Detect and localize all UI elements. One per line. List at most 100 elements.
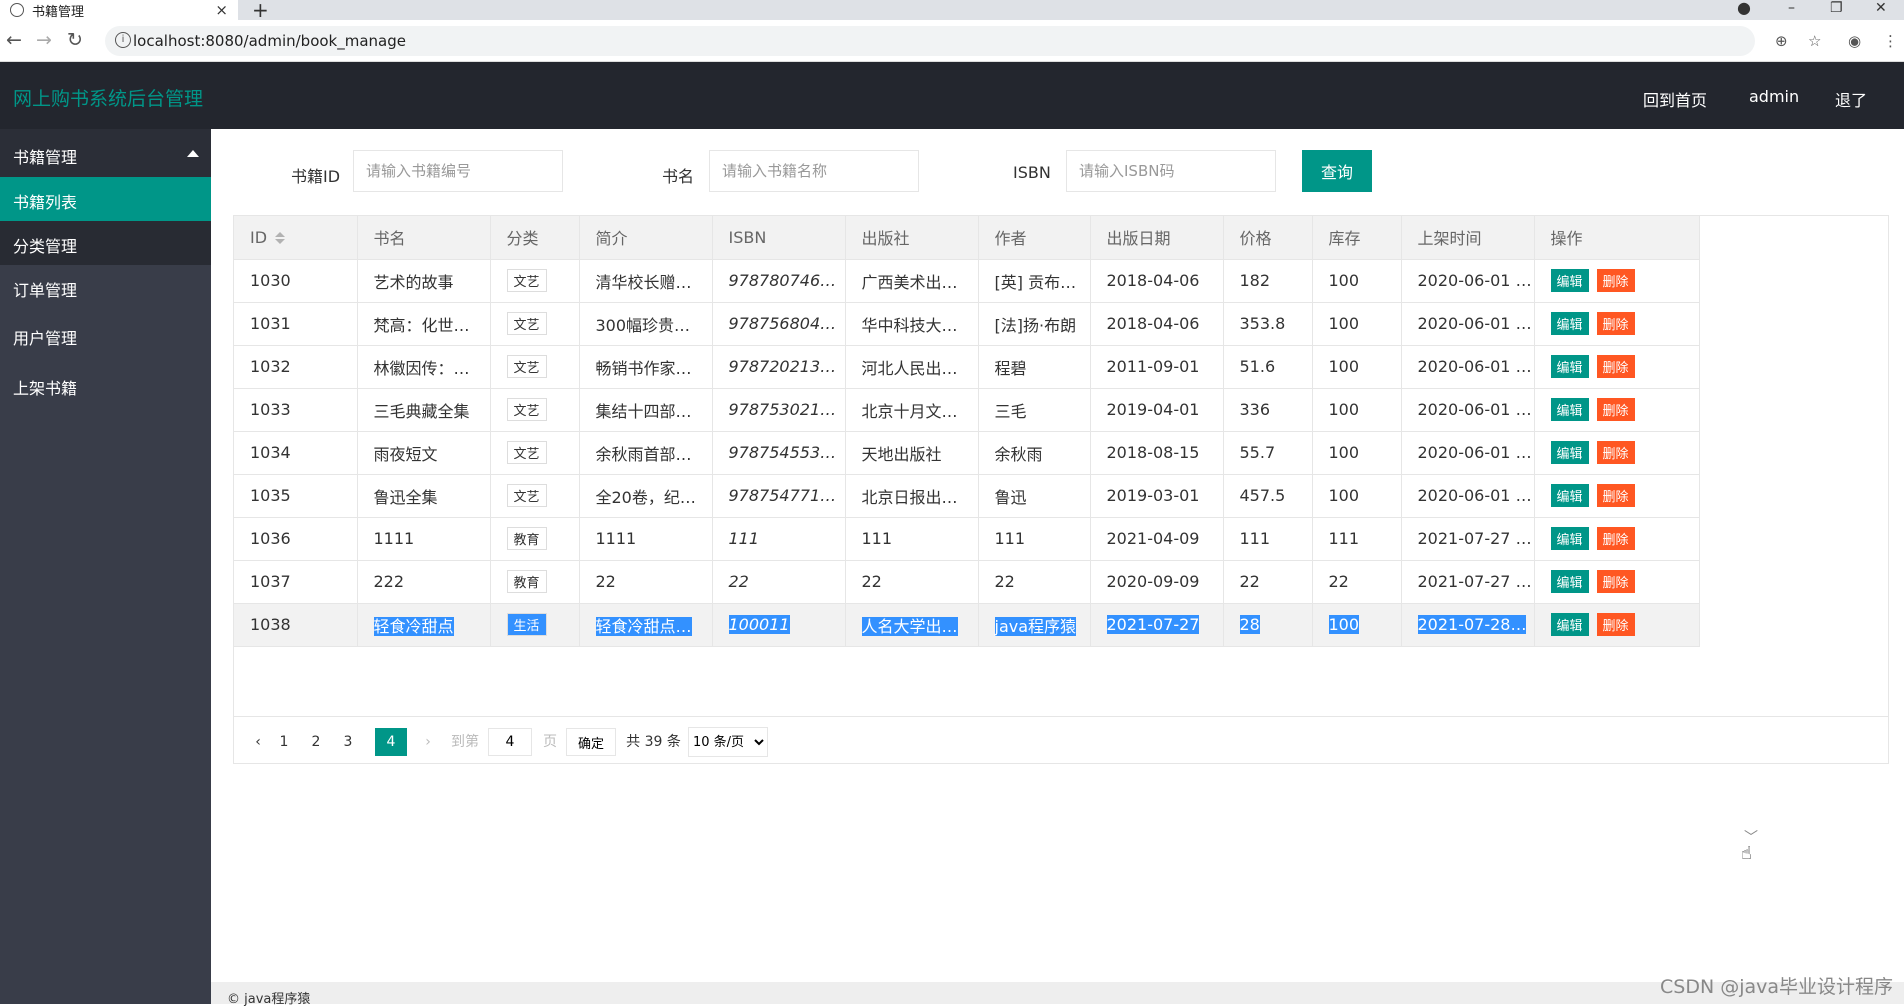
cell-category: 教育 [490, 517, 580, 561]
browser-tab[interactable]: 书籍管理 × [0, 0, 238, 20]
cell-actions: 编辑 删除 [1534, 302, 1700, 346]
sidebar-group-books[interactable]: 书籍管理 [0, 129, 211, 177]
edit-button[interactable]: 编辑 [1550, 441, 1589, 464]
delete-button[interactable]: 删除 [1596, 312, 1635, 335]
next-page-icon[interactable]: › [418, 728, 438, 756]
table-row[interactable]: 1037 222 教育 22 22 22 22 2020-09-09 22 22 2021-07-2… [234, 560, 1700, 604]
cell-isbn: 9787547711… [712, 474, 846, 518]
sort-icon[interactable] [275, 232, 286, 245]
cell-intro: 全20卷，纪… [579, 474, 713, 518]
info-icon[interactable]: i [115, 32, 131, 48]
page-4-current[interactable]: 4 [375, 728, 407, 756]
window-close-icon[interactable]: ✕ [1875, 0, 1887, 16]
logout-link[interactable]: 退了 [1835, 87, 1867, 111]
cell-intro: 余秋雨首部… [579, 431, 713, 475]
page-1[interactable]: 1 [274, 728, 294, 756]
menu-icon[interactable]: ⋮ [1883, 32, 1898, 50]
edit-button[interactable]: 编辑 [1550, 613, 1589, 636]
cell-author: 程碧 [978, 345, 1091, 389]
column-header-publisher: 出版社 [845, 216, 979, 260]
sidebar-item-category[interactable]: 分类管理 [0, 221, 211, 265]
table-row[interactable]: 1033 三毛典藏全集 文艺 集结十四部… 978753021… 北京十月文… 三毛 2019… [234, 388, 1700, 432]
back-icon[interactable]: ← [6, 29, 22, 51]
edit-button[interactable]: 编辑 [1550, 312, 1589, 335]
table-row[interactable]: 1036 1111 教育 1111 111 111 111 2021-04-09 111 111 2… [234, 517, 1700, 561]
cell-author: 22 [978, 560, 1091, 604]
edit-button[interactable]: 编辑 [1550, 527, 1589, 550]
hand-cursor-icon: ☝ [1741, 843, 1752, 864]
cell-category: 文艺 [490, 431, 580, 475]
sidebar-item-orders[interactable]: 订单管理 [0, 265, 211, 313]
delete-button[interactable]: 删除 [1596, 613, 1635, 636]
prev-page-icon[interactable]: ‹ [248, 728, 268, 756]
account-icon[interactable]: ◉ [1848, 32, 1861, 50]
forward-icon[interactable]: → [36, 29, 52, 51]
page-2[interactable]: 2 [306, 728, 326, 756]
isbn-input[interactable] [1066, 150, 1276, 192]
delete-button[interactable]: 删除 [1596, 484, 1635, 507]
search-button[interactable]: 查询 [1302, 150, 1372, 192]
delete-button[interactable]: 删除 [1596, 269, 1635, 292]
cell-intro: 22 [579, 560, 713, 604]
edit-button[interactable]: 编辑 [1550, 269, 1589, 292]
new-tab-icon[interactable]: + [252, 0, 269, 22]
cell-publisher: 111 [845, 517, 979, 561]
home-link[interactable]: 回到首页 [1643, 87, 1707, 111]
table-row[interactable]: 1032 林徽因传：… 文艺 畅销书作家… 978720213… 河北人民出… 程碧 2011… [234, 345, 1700, 389]
delete-button[interactable]: 删除 [1596, 398, 1635, 421]
minimize-icon[interactable]: – [1788, 0, 1795, 16]
table-row[interactable]: 1031 梵高：化世… 文艺 300幅珍贵… 978756804… 华中科技大… [法]扬·… [234, 302, 1700, 346]
reload-icon[interactable]: ↻ [67, 29, 83, 51]
cell-isbn: 111 [712, 517, 846, 561]
edit-button[interactable]: 编辑 [1550, 398, 1589, 421]
delete-button[interactable]: 删除 [1596, 527, 1635, 550]
delete-button[interactable]: 删除 [1596, 570, 1635, 593]
star-icon[interactable]: ☆ [1808, 32, 1821, 50]
column-header-name: 书名 [357, 216, 491, 260]
goto-confirm-button[interactable]: 确定 [566, 728, 616, 756]
book-name-label: 书名 [662, 167, 695, 186]
table-row[interactable]: 1034 雨夜短文 文艺 余秋雨首部… 978754553… 天地出版社 余秋雨 2018-0… [234, 431, 1700, 475]
sidebar-item-book-list[interactable]: 书籍列表 [0, 177, 211, 221]
tab-title: 书籍管理 [32, 4, 85, 20]
page-3[interactable]: 3 [338, 728, 358, 756]
cell-publisher: 人名大学出… [845, 603, 979, 647]
sidebar-item-add-book[interactable]: 上架书籍 [0, 363, 211, 411]
cell-name: 艺术的故事 [357, 259, 491, 303]
cell-id: 1033 [234, 388, 358, 432]
goto-page-input[interactable] [488, 728, 532, 756]
table-row[interactable]: 1035 鲁迅全集 文艺 全20卷，纪… 9787547711… 北京日报出… 鲁迅 2019… [234, 474, 1700, 518]
column-header-id[interactable]: ID [234, 216, 358, 260]
cell-pub-date: 2021-04-09 [1090, 517, 1224, 561]
cell-listed-time: 2020-06-01 … [1401, 302, 1535, 346]
url-field[interactable]: i localhost:8080/admin/book_manage [105, 26, 1755, 56]
cell-price: 51.6 [1223, 345, 1313, 389]
edit-button[interactable]: 编辑 [1550, 355, 1589, 378]
table-row[interactable]: 1030 艺术的故事 文艺 清华校长赠… 978780746… 广西美术出… [英] 贡布…… [234, 259, 1700, 303]
app-logo[interactable]: 网上购书系统后台管理 [13, 84, 203, 111]
profile-menu-icon[interactable]: ● [1737, 0, 1751, 17]
cell-price: 182 [1223, 259, 1313, 303]
page-size-select[interactable]: 10 条/页 [688, 727, 768, 757]
cell-pub-date: 2019-04-01 [1090, 388, 1224, 432]
delete-button[interactable]: 删除 [1596, 441, 1635, 464]
sidebar-item-users[interactable]: 用户管理 [0, 313, 211, 361]
url-text: localhost:8080/admin/book_manage [133, 32, 406, 50]
cell-name: 222 [357, 560, 491, 604]
edit-button[interactable]: 编辑 [1550, 570, 1589, 593]
maximize-icon[interactable]: ❐ [1830, 0, 1843, 16]
cell-pub-date: 2019-03-01 [1090, 474, 1224, 518]
cell-stock: 100 [1312, 259, 1402, 303]
pagination: ‹ 1 2 3 4 › 到第 页 确定 共 39 条 10 条/页 [234, 716, 1888, 764]
table-row[interactable]: 1038 轻食冷甜点 生活 轻食冷甜点… 100011 人名大学出… java程序猿 2021… [234, 603, 1700, 647]
tab-close-icon[interactable]: × [215, 1, 228, 19]
delete-button[interactable]: 删除 [1596, 355, 1635, 378]
zoom-icon[interactable]: ⊕ [1775, 32, 1788, 50]
edit-button[interactable]: 编辑 [1550, 484, 1589, 507]
book-id-input[interactable] [353, 150, 563, 192]
cell-price: 28 [1223, 603, 1313, 647]
user-link[interactable]: admin [1749, 87, 1799, 106]
sidebar: 书籍管理 书籍列表 分类管理 订单管理 用户管理 上架书籍 [0, 129, 211, 1004]
book-name-input[interactable] [709, 150, 919, 192]
cell-name: 1111 [357, 517, 491, 561]
